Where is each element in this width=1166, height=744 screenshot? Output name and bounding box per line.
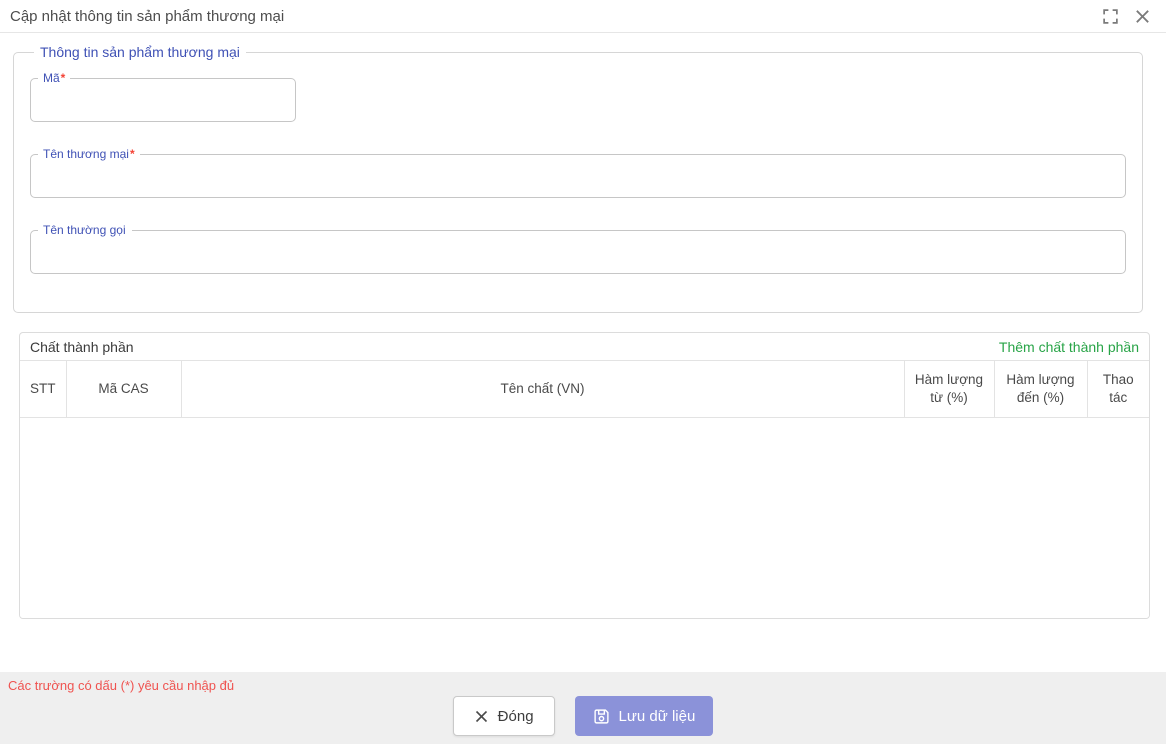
ingredients-header-row: STT Mã CAS Tên chất (VN) Hàm lượng từ (%…	[20, 361, 1149, 417]
dialog-title: Cập nhật thông tin sản phẩm thương mại	[10, 8, 1100, 25]
field-ten-thuong-mai-label: Tên thương mại*	[38, 148, 140, 161]
product-info-legend: Thông tin sản phẩm thương mại	[34, 44, 246, 60]
required-asterisk: *	[130, 147, 135, 161]
col-thao-tac: Thao tác	[1087, 361, 1149, 417]
ingredients-card: Chất thành phần Thêm chất thành phần STT…	[19, 332, 1150, 619]
ingredients-caption-row: Chất thành phần Thêm chất thành phần	[20, 333, 1149, 361]
save-button[interactable]: Lưu dữ liệu	[575, 696, 714, 736]
x-icon	[474, 709, 489, 724]
update-product-dialog: Cập nhật thông tin sản phẩm thương mại T…	[0, 0, 1166, 744]
save-button-label: Lưu dữ liệu	[619, 709, 696, 724]
spacer	[30, 198, 1126, 224]
field-ten-thuong-goi: Tên thường gọi	[30, 224, 1126, 274]
dialog-footer: Các trường có dấu (*) yêu cầu nhập đủ Đó…	[0, 672, 1166, 744]
dialog-body: Thông tin sản phẩm thương mại Mã* Tên th…	[0, 33, 1166, 672]
spacer	[30, 122, 1126, 148]
close-button-label: Đóng	[498, 709, 534, 724]
titlebar-actions	[1100, 6, 1152, 26]
col-stt: STT	[20, 361, 66, 417]
field-ten-thuong-goi-label: Tên thường gọi	[38, 224, 132, 237]
dialog-titlebar: Cập nhật thông tin sản phẩm thương mại	[0, 0, 1166, 33]
ma-input[interactable]	[43, 88, 283, 114]
col-ma-cas: Mã CAS	[66, 361, 181, 417]
ingredients-empty-body	[20, 418, 1149, 618]
col-ten-chat: Tên chất (VN)	[181, 361, 904, 417]
field-ten-thuong-mai: Tên thương mại*	[30, 148, 1126, 198]
close-icon[interactable]	[1132, 6, 1152, 26]
floppy-disk-icon	[593, 708, 610, 725]
col-ham-luong-tu: Hàm lượng từ (%)	[904, 361, 994, 417]
ingredients-caption: Chất thành phần	[30, 339, 134, 355]
field-ma: Mã*	[30, 72, 296, 122]
ten-thuong-goi-input[interactable]	[43, 240, 1113, 266]
add-ingredient-link[interactable]: Thêm chất thành phần	[999, 339, 1139, 355]
ten-thuong-mai-input[interactable]	[43, 164, 1113, 190]
ingredients-table: STT Mã CAS Tên chất (VN) Hàm lượng từ (%…	[20, 361, 1149, 418]
col-ham-luong-den: Hàm lượng đến (%)	[994, 361, 1087, 417]
close-button[interactable]: Đóng	[453, 696, 555, 736]
required-fields-note: Các trường có dấu (*) yêu cầu nhập đủ	[8, 678, 234, 693]
field-ma-label: Mã*	[38, 72, 70, 85]
product-info-group: Thông tin sản phẩm thương mại Mã* Tên th…	[13, 44, 1143, 313]
required-asterisk: *	[61, 71, 66, 85]
fullscreen-icon[interactable]	[1100, 6, 1120, 26]
